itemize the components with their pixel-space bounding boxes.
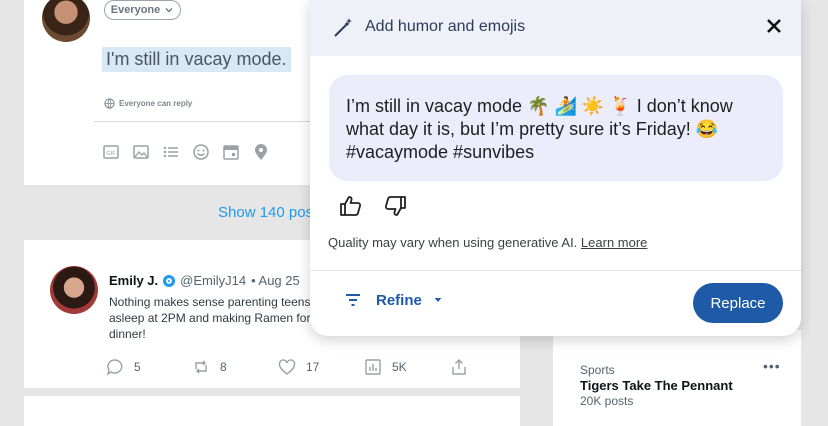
post-actions: 5 8 17 5K <box>106 358 536 376</box>
trends-panel: Sports ••• Tigers Take The Pennant 20K p… <box>553 330 801 426</box>
ai-rewrite-dialog: Add humor and emojis I’m still in vacay … <box>310 0 801 336</box>
audience-label: Everyone <box>110 4 161 16</box>
quality-text: Quality may vary when using generative A… <box>328 235 578 250</box>
trend-post-count: 20K posts <box>580 394 634 408</box>
refine-label: Refine <box>376 291 422 309</box>
filter-icon <box>346 294 360 306</box>
schedule-icon[interactable] <box>222 143 240 161</box>
views-count: 5K <box>392 360 407 374</box>
share-button[interactable] <box>450 358 536 376</box>
caret-down-icon <box>434 298 442 302</box>
author-name[interactable]: Emily J. <box>109 273 158 288</box>
like-button[interactable]: 17 <box>278 358 364 376</box>
repost-icon <box>195 360 207 374</box>
heart-icon <box>278 359 296 375</box>
draft-text[interactable]: I'm still in vacay mode. <box>102 47 291 72</box>
like-count: 17 <box>306 360 320 374</box>
show-more-posts-link[interactable]: Show 140 posts <box>218 204 314 221</box>
post-text: Nothing makes sense parenting teens i as… <box>109 295 322 341</box>
reply-icon <box>106 359 123 376</box>
trend-title[interactable]: Tigers Take The Pennant <box>580 378 733 393</box>
reply-button[interactable]: 5 <box>106 358 192 376</box>
svg-text:GIF: GIF <box>106 151 116 157</box>
post-date[interactable]: • Aug 25 <box>251 273 300 288</box>
reply-setting[interactable]: Everyone can reply <box>104 98 192 109</box>
quality-disclaimer: Quality may vary when using generative A… <box>328 235 647 250</box>
post-header: Emily J. @EmilyJ14 • Aug 25 <box>109 273 300 288</box>
repost-count: 8 <box>220 360 227 374</box>
reply-setting-label: Everyone can reply <box>119 99 193 108</box>
image-icon[interactable] <box>132 143 150 161</box>
more-options-icon[interactable]: ••• <box>763 358 781 374</box>
thumbs-down-icon[interactable] <box>383 194 407 218</box>
post-card[interactable] <box>24 396 520 426</box>
share-icon <box>452 359 466 375</box>
gif-icon[interactable]: GIF <box>102 143 120 161</box>
compose-toolbar: GIF <box>102 143 270 161</box>
suggestion-text: I’m still in vacay mode 🌴 🏄 ☀️ 🍹 I don’t… <box>329 75 783 181</box>
audience-selector[interactable]: Everyone <box>104 0 181 20</box>
learn-more-link[interactable]: Learn more <box>581 235 647 250</box>
views-icon <box>365 359 381 375</box>
avatar[interactable] <box>42 0 90 42</box>
avatar[interactable] <box>50 266 98 314</box>
replace-button[interactable]: Replace <box>693 283 783 323</box>
verified-icon <box>163 274 176 287</box>
reply-count: 5 <box>134 360 141 374</box>
trend-category: Sports <box>580 363 615 377</box>
chevron-down-icon <box>165 8 173 13</box>
repost-button[interactable]: 8 <box>192 358 278 376</box>
refine-dropdown[interactable]: Refine <box>344 291 444 309</box>
magic-wand-icon <box>334 18 352 37</box>
author-handle[interactable]: @EmilyJ14 <box>180 273 246 288</box>
globe-icon <box>104 98 115 109</box>
thumbs-up-icon[interactable] <box>339 194 363 218</box>
location-icon[interactable] <box>252 143 270 161</box>
emoji-icon[interactable] <box>192 143 210 161</box>
divider <box>310 270 801 271</box>
views-button[interactable]: 5K <box>364 358 450 376</box>
list-icon[interactable] <box>162 143 180 161</box>
dialog-title: Add humor and emojis <box>365 18 526 35</box>
close-icon[interactable] <box>764 16 784 36</box>
